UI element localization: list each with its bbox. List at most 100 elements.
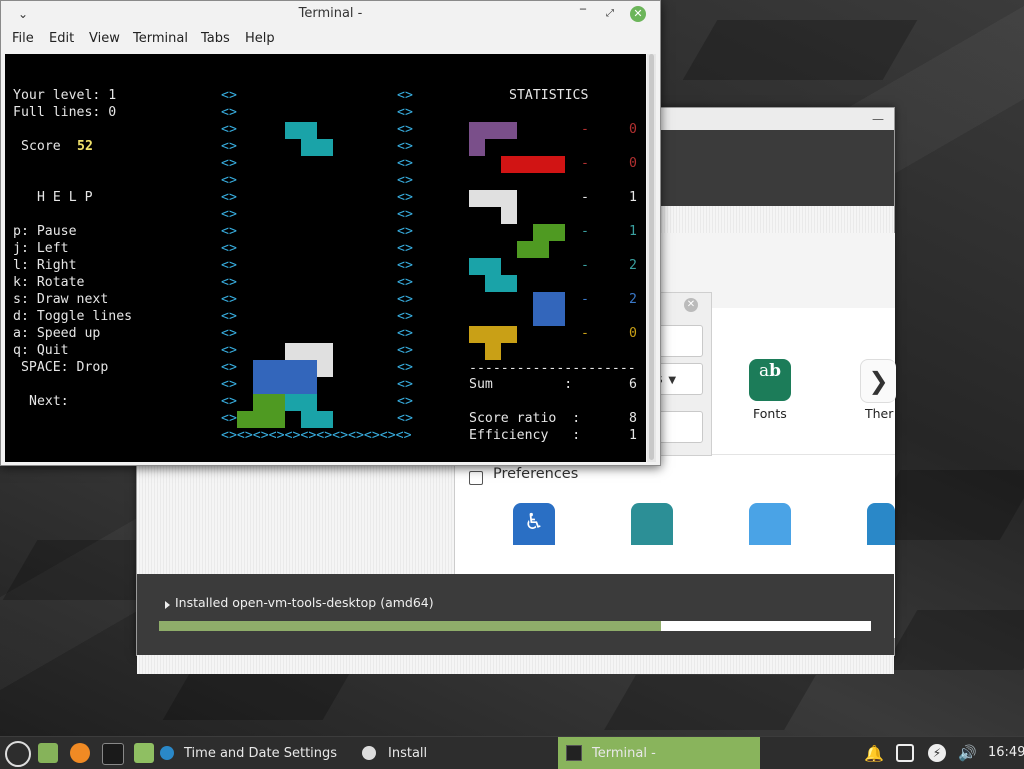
falling-piece [285, 122, 317, 139]
help-line: q: Quit [13, 343, 69, 358]
level-text: Your level: 1 [13, 88, 117, 103]
board-right-wall: <> [397, 292, 413, 307]
volume-icon[interactable]: 🔊 [958, 744, 977, 762]
show-desktop-icon[interactable] [38, 743, 58, 763]
board-left-wall: <> [221, 173, 237, 188]
minimize-button[interactable]: ‾ [573, 4, 593, 24]
stack-cyan-block-2 [301, 411, 333, 428]
terminal-titlebar[interactable]: ⌄ Terminal - ‾ ⤢ ✕ [1, 1, 660, 27]
efficiency-label: Efficiency : [469, 428, 581, 443]
terminal-title: Terminal - [298, 6, 363, 21]
expand-arrow-icon[interactable] [165, 601, 170, 609]
board-right-wall: <> [397, 411, 413, 426]
display-icon[interactable] [896, 744, 914, 762]
task-label: Install [388, 745, 428, 761]
stack-green-block-2 [237, 411, 269, 428]
installer-footer [137, 574, 894, 655]
stat-dash: - [581, 292, 589, 307]
stack-blue-block [253, 360, 317, 394]
accessibility-icon[interactable]: ♿ [513, 503, 555, 545]
score-ratio-label: Score ratio : [469, 411, 581, 426]
install-progress-fill [159, 621, 661, 631]
board-right-wall: <> [397, 173, 413, 188]
stat-count: 1 [629, 190, 637, 205]
terminal-window[interactable]: ⌄ Terminal - ‾ ⤢ ✕ File Edit View Termin… [0, 0, 661, 466]
terminal-app-icon [566, 745, 582, 761]
help-line: SPACE: Drop [13, 360, 109, 375]
stat-dash: - [581, 156, 589, 171]
terminal-launcher-icon[interactable] [102, 743, 124, 765]
stat-count: 0 [629, 326, 637, 341]
board-right-wall: <> [397, 360, 413, 375]
account-icon[interactable] [631, 503, 673, 545]
board-left-wall: <> [221, 326, 237, 341]
board-left-wall: <> [221, 360, 237, 375]
menu-edit[interactable]: Edit [49, 31, 74, 46]
stat-piece-z-cyan [469, 258, 501, 275]
help-line: l: Right [13, 258, 77, 273]
themes-label: Ther [865, 406, 894, 421]
board-left-wall: <> [221, 224, 237, 239]
help-line: a: Speed up [13, 326, 101, 341]
help-line: j: Left [13, 241, 69, 256]
stat-piece-i-red [501, 156, 565, 173]
install-app-icon [362, 746, 376, 760]
board-left-wall: <> [221, 190, 237, 205]
board-left-wall: <> [221, 258, 237, 273]
board-left-wall: <> [221, 139, 237, 154]
board-left-wall: <> [221, 88, 237, 103]
stat-piece-t-yellow [469, 326, 517, 343]
stat-piece-z-cyan-2 [485, 275, 517, 292]
power-icon[interactable]: ⚡ [928, 744, 946, 762]
board-left-wall: <> [221, 207, 237, 222]
files-icon[interactable] [134, 743, 154, 763]
desktop-icon[interactable] [749, 503, 791, 545]
fonts-icon[interactable]: ab [749, 359, 791, 401]
terminal-scrollbar[interactable] [647, 54, 656, 462]
notifications-icon[interactable]: 🔔 [864, 744, 884, 763]
minimize-button[interactable]: — [872, 112, 884, 126]
menu-file[interactable]: File [12, 31, 34, 46]
dialog-close-icon[interactable]: ✕ [684, 298, 698, 312]
score-value: 52 [77, 139, 93, 154]
help-line: k: Rotate [13, 275, 85, 290]
board-left-wall: <> [221, 292, 237, 307]
statistics-title: STATISTICS [509, 88, 589, 103]
board-left-wall: <> [221, 377, 237, 392]
task-install[interactable]: Install [362, 737, 547, 769]
stat-dash: - [581, 190, 589, 205]
help-line: d: Toggle lines [13, 309, 133, 324]
task-terminal[interactable]: Terminal - [558, 737, 760, 769]
board-right-wall: <> [397, 139, 413, 154]
clock[interactable]: 16:49 [988, 745, 1024, 760]
board-left-wall: <> [221, 241, 237, 256]
stat-dash: - [581, 258, 589, 273]
terminal-screen[interactable]: Your level: 1 Full lines: 0 Score 52 H E… [5, 54, 646, 462]
stat-piece-l-white [469, 190, 517, 207]
lines-text: Full lines: 0 [13, 105, 117, 120]
clock-app-icon [160, 746, 174, 760]
menu-view[interactable]: View [89, 31, 120, 46]
board-right-wall: <> [397, 190, 413, 205]
preferences-icon [469, 471, 483, 485]
stat-dash: - [581, 224, 589, 239]
board-left-wall: <> [221, 411, 237, 426]
menu-terminal[interactable]: Terminal [133, 31, 188, 46]
firefox-icon[interactable] [70, 743, 90, 763]
stack-green-block [253, 394, 285, 411]
maximize-button[interactable]: ⤢ [600, 4, 620, 24]
menu-tabs[interactable]: Tabs [201, 31, 230, 46]
task-label: Terminal - [592, 745, 656, 761]
board-right-wall: <> [397, 275, 413, 290]
board-right-wall: <> [397, 122, 413, 137]
themes-icon[interactable]: ❯ [860, 359, 896, 403]
menu-help[interactable]: Help [245, 31, 275, 46]
stat-dash: - [581, 326, 589, 341]
task-time-date-settings[interactable]: Time and Date Settings [160, 737, 350, 769]
close-button[interactable]: ✕ [630, 6, 646, 22]
scrollbar-thumb[interactable] [649, 54, 654, 460]
clock-icon[interactable] [867, 503, 895, 545]
mint-menu-icon[interactable] [5, 741, 31, 767]
stat-piece-t-yellow-2 [485, 343, 501, 360]
board-left-wall: <> [221, 275, 237, 290]
